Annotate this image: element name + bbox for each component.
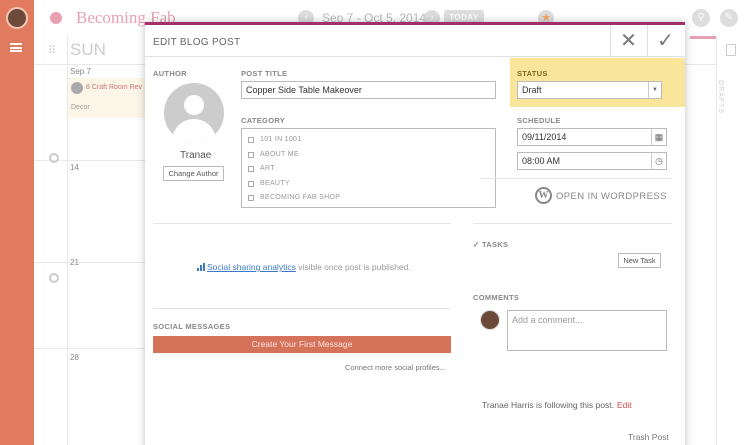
weekday-header: SUN [70, 40, 106, 59]
calendar-gridline [684, 64, 717, 65]
comments-label: COMMENTS [473, 293, 520, 302]
category-item[interactable]: BEAUTY [242, 177, 495, 192]
grid-icon[interactable]: ⠿ [48, 44, 56, 57]
checkbox[interactable] [248, 137, 254, 143]
status-select[interactable]: Draft ▼ [517, 81, 662, 99]
category-item[interactable]: BECOMING FAB SHOP [242, 191, 495, 206]
calendar-day-label: 14 [70, 163, 79, 172]
calendar-gridline [34, 64, 146, 65]
wordpress-icon[interactable]: W [535, 187, 552, 204]
week-circle-icon[interactable] [49, 273, 59, 283]
left-rail [0, 0, 34, 445]
clock-icon[interactable]: ◷ [651, 153, 666, 169]
pencil-icon[interactable]: ✎ [720, 9, 738, 27]
hamburger-icon[interactable] [10, 43, 22, 52]
status-label: STATUS [517, 69, 548, 78]
post-title-input[interactable]: Copper Side Table Makeover [241, 81, 496, 99]
calendar-icon[interactable]: ▦ [651, 129, 666, 145]
dropdown-arrow-icon: ▼ [648, 82, 661, 98]
schedule-time-input[interactable]: 08:00 AM ◷ [517, 152, 667, 170]
following-notice: Tranae Harris is following this post. Edi… [482, 400, 632, 410]
week-circle-icon[interactable] [49, 153, 59, 163]
checkbox[interactable] [248, 180, 254, 187]
divider [473, 223, 672, 224]
save-check-button[interactable]: ✓ [647, 25, 683, 57]
week-indicator [690, 36, 716, 39]
post-preview-category: Decor [71, 104, 90, 111]
divider [153, 308, 451, 309]
post-title-label: POST TITLE [241, 69, 288, 78]
open-in-wordpress-link[interactable]: OPEN IN WORDPRESS [556, 191, 667, 202]
category-list[interactable]: 101 IN 1001 ABOUT ME ART BEAUTY BECOMING… [241, 128, 496, 208]
change-author-button[interactable]: Change Author [163, 166, 224, 181]
social-messages-label: SOCIAL MESSAGES [153, 322, 231, 331]
drafts-icon[interactable] [726, 44, 736, 56]
schedule-date-input[interactable]: 09/11/2014 ▦ [517, 128, 667, 146]
calendar-day-label: Sep 7 [70, 67, 91, 76]
checkbox[interactable] [248, 195, 254, 201]
author-name: Tranae [180, 150, 212, 161]
calendar-gridline [34, 348, 146, 349]
close-button[interactable]: ✕ [610, 25, 646, 57]
divider [480, 178, 672, 179]
commenter-avatar [480, 310, 500, 330]
edit-following-link[interactable]: Edit [617, 400, 632, 410]
drafts-label: DRAFTS [717, 80, 724, 114]
author-avatar [164, 83, 224, 143]
trash-post-link[interactable]: Trash Post [628, 432, 669, 442]
tasks-label: ✓ TASKS [473, 240, 509, 249]
category-item[interactable]: 101 IN 1001 [242, 133, 495, 148]
checkmark-icon: ✓ [473, 240, 482, 249]
category-item[interactable]: ABOUT ME [242, 148, 495, 163]
post-author-avatar [71, 82, 83, 94]
comment-input[interactable]: Add a comment... [507, 310, 667, 351]
analytics-notice: Social sharing analytics visible once po… [197, 262, 411, 272]
schedule-label: SCHEDULE [517, 116, 561, 125]
create-message-button[interactable]: Create Your First Message [153, 336, 451, 353]
new-task-button[interactable]: New Task [618, 253, 661, 268]
checkbox[interactable] [248, 151, 254, 158]
search-icon[interactable]: ⚲ [692, 9, 710, 27]
author-label: AUTHOR [153, 69, 187, 78]
calendar-day-label: 28 [70, 353, 79, 362]
connect-profiles-link[interactable]: Connect more social profiles... [345, 363, 446, 372]
category-item[interactable]: ART [242, 162, 495, 177]
calendar-day-label: 21 [70, 258, 79, 267]
modal-header: EDIT BLOG POST ✕ ✓ [145, 25, 685, 57]
edit-post-modal: EDIT BLOG POST ✕ ✓ AUTHOR Tranae Change … [145, 22, 685, 445]
bar-chart-icon [197, 263, 205, 271]
divider [153, 223, 451, 224]
modal-title: EDIT BLOG POST [153, 37, 241, 48]
calendar-post-card[interactable]: 8 Craft Room Rev Decor [68, 78, 146, 118]
category-label: CATEGORY [241, 116, 286, 125]
calendar-color-dot [50, 12, 62, 24]
calendar-gridline [34, 262, 146, 263]
checkbox[interactable] [248, 166, 254, 172]
user-avatar[interactable] [6, 7, 28, 29]
analytics-link[interactable]: Social sharing analytics [207, 262, 296, 272]
post-preview-title: 8 Craft Room Rev [86, 84, 143, 91]
